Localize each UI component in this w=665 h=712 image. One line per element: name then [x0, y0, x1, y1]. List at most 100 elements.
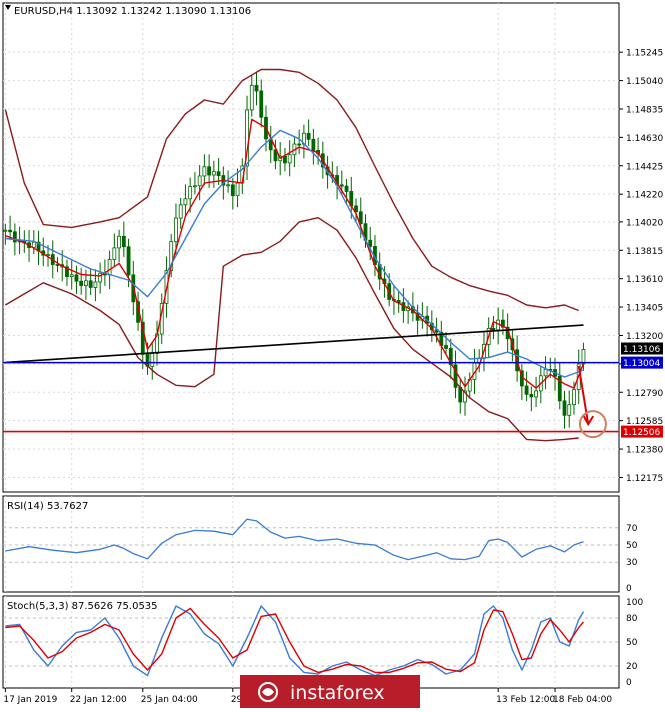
- price-tick-label: 1.14835: [626, 105, 663, 115]
- candle-body: [491, 327, 496, 331]
- blue-level-label: 1.13004: [623, 359, 660, 369]
- candle-body: [207, 166, 212, 176]
- rsi-tick-label: 0: [626, 584, 632, 594]
- price-tick-label: 1.14220: [626, 191, 663, 201]
- target-circle: [578, 410, 607, 439]
- candle-body: [529, 393, 534, 398]
- candle-body: [254, 84, 259, 92]
- candle-body: [444, 345, 448, 349]
- candle-body: [93, 281, 98, 288]
- candle-body: [567, 404, 572, 416]
- chart-window: 1.15245 1.15040 1.14835 1.14630 1.14425 1.142…: [0, 0, 665, 708]
- price-tick-label: 1.13610: [626, 275, 663, 285]
- stoch-tick-label: 100: [626, 598, 643, 608]
- price-tick-label: 1.13815: [626, 247, 663, 257]
- time-tick-label: 22 Jan 12:00: [70, 695, 127, 705]
- rsi-line: [5, 518, 584, 561]
- candle-body: [55, 264, 60, 266]
- watermark-text: instaforex: [290, 682, 385, 704]
- price-tick-label: 1.12380: [626, 446, 663, 456]
- red-level-label: 1.12506: [623, 428, 660, 438]
- instaforex-watermark: instaforex: [240, 675, 420, 708]
- price-tick-label: 1.13200: [626, 332, 663, 342]
- grid-layer: [3, 3, 619, 688]
- time-tick-label: 17 Jan 2019: [3, 695, 57, 705]
- candle-body: [117, 235, 121, 249]
- price-panel: [2, 2, 620, 493]
- rsi-tick-label: 50: [626, 541, 638, 551]
- candle-body: [183, 198, 188, 206]
- price-tick-label: 1.12175: [626, 474, 663, 484]
- candle-body: [178, 204, 183, 219]
- stoch-tick-label: 50: [626, 638, 638, 648]
- axis-layer: 1.15245 1.15040 1.14835 1.14630 1.14425 1.142…: [3, 5, 663, 705]
- candle-body: [249, 84, 254, 111]
- price-tick-label: 1.14425: [626, 162, 663, 172]
- candle-body: [572, 389, 576, 406]
- price-tick-label: 1.14630: [626, 134, 663, 144]
- candle-body: [193, 185, 197, 188]
- trendline: [5, 324, 584, 364]
- candle-body: [69, 274, 74, 277]
- candle-body: [235, 182, 240, 197]
- indicator-layer: [3, 518, 619, 677]
- candle-body: [230, 184, 235, 197]
- candle-body: [79, 280, 84, 286]
- candle-body: [126, 246, 131, 276]
- upper-bollinger-band: [4, 68, 579, 312]
- price-tick-label: 1.15040: [626, 77, 663, 87]
- candle-body: [197, 175, 202, 187]
- candle-body: [543, 368, 548, 377]
- candle-body: [84, 280, 88, 286]
- rsi-tick-label: 70: [626, 524, 638, 534]
- price-tick-label: 1.13405: [626, 304, 663, 314]
- candle-body: [12, 231, 17, 243]
- candle-body: [8, 229, 13, 233]
- candle-body: [306, 132, 311, 140]
- candle-body: [344, 185, 349, 192]
- candle-body: [287, 154, 292, 164]
- last-price-label: 1.13106: [623, 345, 660, 355]
- candle-body: [297, 143, 302, 146]
- rsi-panel: [2, 495, 620, 593]
- candle-body: [121, 235, 126, 248]
- price-series-layer: [3, 68, 619, 442]
- candle-body: [107, 259, 112, 276]
- candle-body: [534, 390, 538, 398]
- candle-body: [88, 280, 93, 288]
- candle-body: [112, 247, 117, 260]
- candle-body: [259, 90, 264, 118]
- candle-body: [216, 171, 221, 176]
- candle-body: [188, 186, 193, 200]
- candle-body: [283, 155, 287, 164]
- price-tick-label: 1.14020: [626, 218, 663, 228]
- candle-body: [31, 241, 36, 248]
- time-tick-label: 13 Feb 12:00: [496, 695, 555, 705]
- stoch-tick-label: 20: [626, 662, 638, 672]
- blue-moving-average-line: [5, 129, 584, 378]
- price-tick-label: 1.12790: [626, 389, 663, 399]
- candle-body: [174, 217, 178, 243]
- stoch-tick-label: 80: [626, 614, 638, 624]
- candle-body: [524, 385, 529, 395]
- rsi-tick-label: 30: [626, 558, 638, 568]
- symbol-quote-label: EURUSD,H4 1.13092 1.13242 1.13090 1.1310…: [14, 6, 251, 17]
- symbol-dropdown-icon: [5, 5, 11, 10]
- stoch-main-line: [5, 605, 585, 677]
- candle-body: [202, 166, 207, 177]
- candle-body: [581, 349, 586, 365]
- candle-body: [3, 229, 8, 232]
- rsi-title: RSI(14) 53.7627: [7, 501, 88, 512]
- candle-body: [339, 184, 344, 187]
- time-tick-label: 18 Feb 04:00: [553, 695, 612, 705]
- candle-body: [226, 184, 230, 187]
- candle-body: [562, 400, 567, 416]
- price-tick-label: 1.15245: [626, 49, 663, 59]
- time-tick-label: 25 Jan 04:00: [141, 695, 198, 705]
- candle-body: [150, 353, 155, 367]
- stoch-tick-label: 0: [626, 678, 632, 688]
- candle-body: [211, 171, 216, 176]
- candle-body: [74, 274, 79, 282]
- stoch-title: Stoch(5,3,3) 87.5626 75.0535: [7, 601, 158, 612]
- chart-canvas: 1.15245 1.15040 1.14835 1.14630 1.14425 1.142…: [2, 2, 663, 708]
